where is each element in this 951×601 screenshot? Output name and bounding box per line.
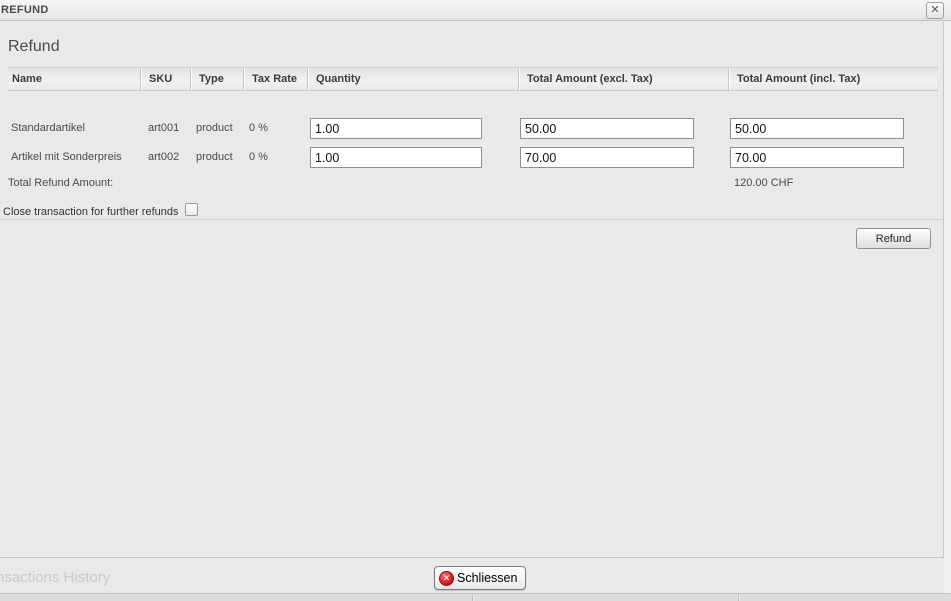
total-refund-label: Total Refund Amount:	[8, 175, 113, 191]
column-header-sku: SKU	[140, 68, 190, 90]
schliessen-button[interactable]: ✕ Schliessen	[434, 566, 526, 590]
column-header-quantity: Quantity	[307, 68, 518, 90]
background-column-separator	[472, 594, 473, 601]
column-header-name: Name	[8, 68, 140, 90]
item-name: Artikel mit Sonderpreis	[11, 146, 122, 168]
column-header-tax-rate: Tax Rate	[243, 68, 307, 90]
quantity-input[interactable]	[310, 118, 482, 139]
item-tax-rate: 0 %	[249, 146, 268, 168]
item-sku: art002	[148, 146, 179, 168]
column-header-type: Type	[190, 68, 243, 90]
refund-table-header: Name SKU Type Tax Rate Quantity Total Am…	[8, 67, 938, 91]
refund-button[interactable]: Refund	[856, 228, 931, 249]
item-type: product	[196, 146, 233, 168]
page-title: Refund	[8, 38, 60, 56]
total-refund-value: 120.00 CHF	[734, 175, 793, 191]
item-tax-rate: 0 %	[249, 117, 268, 139]
background-page-gutter	[944, 22, 951, 601]
close-circle-icon: ✕	[439, 571, 454, 586]
background-column-separator	[738, 594, 739, 601]
item-type: product	[196, 117, 233, 139]
background-page-title: nsactions History	[0, 569, 110, 586]
column-header-total-incl-tax: Total Amount (incl. Tax)	[728, 68, 938, 90]
schliessen-button-label: Schliessen	[457, 571, 517, 585]
total-excl-tax-input[interactable]	[520, 118, 694, 139]
total-excl-tax-input[interactable]	[520, 147, 694, 168]
background-table-header-strip	[0, 593, 951, 601]
refund-dialog-body: Refund Name SKU Type Tax Rate Quantity T…	[0, 22, 944, 558]
dialog-title: REFUND	[1, 4, 49, 16]
item-name: Standardartikel	[11, 117, 85, 139]
quantity-input[interactable]	[310, 147, 482, 168]
column-header-total-excl-tax: Total Amount (excl. Tax)	[518, 68, 728, 90]
close-icon[interactable]: ✕	[926, 2, 944, 19]
total-incl-tax-input[interactable]	[730, 147, 904, 168]
close-transaction-checkbox[interactable]	[185, 203, 198, 216]
item-sku: art001	[148, 117, 179, 139]
total-incl-tax-input[interactable]	[730, 118, 904, 139]
dialog-titlebar: REFUND ✕	[0, 0, 951, 21]
section-divider	[0, 219, 944, 220]
close-transaction-label: Close transaction for further refunds	[3, 206, 178, 218]
refund-lightbox: REFUND ✕ Refund Name SKU Type Tax Rate Q…	[0, 0, 951, 601]
